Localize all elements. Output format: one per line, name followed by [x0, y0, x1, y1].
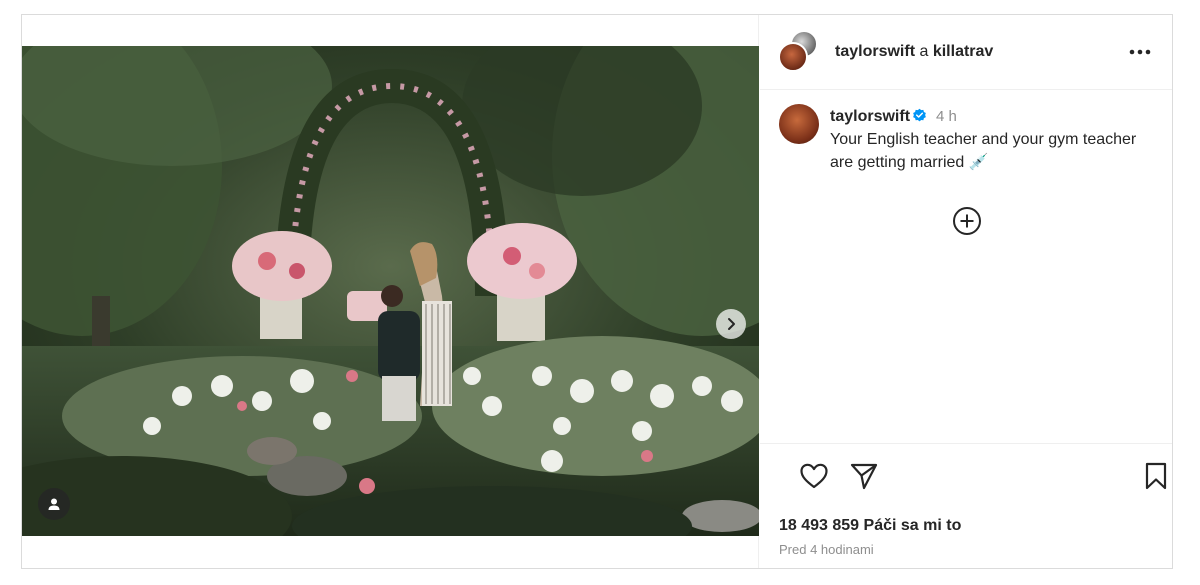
- add-circle-icon: [953, 207, 981, 235]
- user-tag-icon: [48, 498, 60, 510]
- heart-icon: [800, 463, 828, 489]
- caption-username[interactable]: taylorswift: [830, 108, 910, 125]
- send-icon: [850, 463, 878, 490]
- user-tags-button[interactable]: [38, 488, 70, 520]
- engagement-garden-photo: [22, 46, 759, 536]
- caption-body: taylorswift 4 h Your English teacher and…: [830, 105, 1150, 174]
- caption-text: Your English teacher and your gym teache…: [830, 131, 1137, 171]
- caption-time[interactable]: 4 h: [936, 108, 957, 125]
- post-sidebar: taylorswift a killatrav taylorswift 4 h …: [760, 15, 1172, 568]
- more-horizontal-icon: [1129, 49, 1151, 55]
- save-button[interactable]: [1140, 460, 1172, 492]
- username-link[interactable]: taylorswift: [835, 43, 915, 60]
- collab-avatars[interactable]: [778, 30, 822, 74]
- carousel-next-button[interactable]: [716, 309, 746, 339]
- like-button[interactable]: [798, 460, 830, 492]
- post-media: [22, 15, 759, 568]
- chevron-right-icon: [728, 318, 735, 330]
- post-actions: 18 493 859 Páči sa mi to Pred 4 hodinami: [760, 443, 1172, 568]
- share-button[interactable]: [848, 460, 880, 492]
- avatar[interactable]: [779, 104, 819, 144]
- likes-count[interactable]: 18 493 859 Páči sa mi to: [779, 517, 961, 535]
- collab-usernames: taylorswift a killatrav: [835, 43, 993, 61]
- post-timestamp[interactable]: Pred 4 hodinami: [779, 542, 874, 557]
- instagram-post: taylorswift a killatrav taylorswift 4 h …: [21, 14, 1173, 569]
- add-comment-button[interactable]: [951, 205, 983, 237]
- bookmark-icon: [1145, 462, 1167, 490]
- post-header: taylorswift a killatrav: [760, 15, 1172, 90]
- username-link[interactable]: killatrav: [933, 43, 993, 60]
- avatar-taylorswift[interactable]: [778, 42, 808, 72]
- verified-badge-icon: [913, 108, 926, 122]
- more-options-button[interactable]: [1126, 41, 1154, 63]
- collab-conjunction: a: [919, 43, 929, 60]
- post-photo[interactable]: [22, 46, 759, 536]
